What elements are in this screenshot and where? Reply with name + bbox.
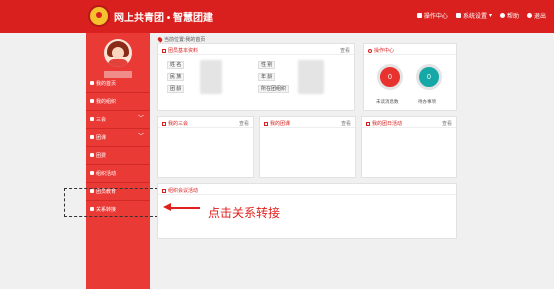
sidebar-item-lessons[interactable]: 团课 ﹀ <box>86 128 150 146</box>
highlight-box <box>64 188 158 217</box>
nav-settings[interactable]: 系统设置 ▾ <box>455 11 492 20</box>
sidebar-item-activities[interactable]: 组织活动 <box>86 164 150 182</box>
chevron-down-icon: ﹀ <box>137 134 144 140</box>
field-label-organization: 所在团组织 <box>258 85 290 93</box>
unread-label: 未读消息数 <box>376 99 399 104</box>
breadcrumb: 当前位置:我的首页 <box>156 36 205 43</box>
power-icon <box>526 13 532 18</box>
todo-label: 待办事项 <box>418 99 436 104</box>
activity-icon <box>90 171 94 175</box>
field-label-age: 年 龄 <box>258 73 276 81</box>
view-more-link[interactable]: 查看 <box>340 47 350 54</box>
instruction-callout: 点击关系转接 <box>208 206 281 220</box>
panel-three-meetings: 我的三会 查看 <box>157 116 254 178</box>
view-more-link[interactable]: 查看 <box>442 120 452 127</box>
folder-icon <box>90 135 94 139</box>
meeting-icon <box>90 117 94 121</box>
panel-ops-center: 操作中心 0 未读消息数 0 待办事项 <box>363 43 457 111</box>
book-icon <box>264 122 268 126</box>
avatar[interactable] <box>104 39 132 67</box>
sidebar-item-organization[interactable]: 我的组织 <box>86 92 150 110</box>
todo-count-circle[interactable]: 0 <box>416 64 442 90</box>
sidebar: 我的首页 我的组织 三会 ﹀ 团课 ﹀ 团费 组织活动 团员教育 关系转接 <box>86 33 150 289</box>
redacted-values <box>298 60 324 94</box>
view-more-link[interactable]: 查看 <box>341 120 351 127</box>
sidebar-item-fees[interactable]: 团费 <box>86 146 150 164</box>
help-icon <box>499 13 505 18</box>
panel-activities: 我的团日活动 查看 <box>361 116 457 178</box>
arrow-line <box>170 207 200 209</box>
sidebar-item-meetings[interactable]: 三会 ﹀ <box>86 110 150 128</box>
nav-help[interactable]: 帮助 <box>499 11 519 20</box>
fee-icon <box>90 153 94 157</box>
panel-title: 团员基本资料 <box>168 48 199 54</box>
unread-count-circle[interactable]: 0 <box>377 64 403 90</box>
redacted-values <box>200 60 222 94</box>
meeting-icon <box>162 189 166 193</box>
location-pin-icon <box>156 36 164 43</box>
id-card-icon <box>162 49 166 53</box>
app-title: 网上共青团 • 智慧团建 <box>114 13 214 24</box>
home-icon <box>90 81 94 85</box>
page: 网上共青团 • 智慧团建 操作中心 系统设置 ▾ 帮助 退出 我的首页 我的组织 … <box>0 0 554 289</box>
flag-icon <box>366 122 370 126</box>
top-header: 网上共青团 • 智慧团建 操作中心 系统设置 ▾ 帮助 退出 <box>0 0 554 33</box>
view-more-link[interactable]: 查看 <box>239 120 249 127</box>
top-nav: 操作中心 系统设置 ▾ 帮助 退出 <box>416 11 546 20</box>
field-label-name: 姓 名 <box>167 61 185 69</box>
panel-org-meetings: 组织会议活动 <box>157 183 457 239</box>
nav-logout[interactable]: 退出 <box>526 11 546 20</box>
chevron-down-icon: ▾ <box>488 13 492 19</box>
grid-icon <box>416 13 422 18</box>
organization-icon <box>90 99 94 103</box>
field-label-gender: 性 别 <box>258 61 276 69</box>
sidebar-item-home[interactable]: 我的首页 <box>86 74 150 92</box>
chevron-down-icon: ﹀ <box>137 116 144 122</box>
nav-ops-center[interactable]: 操作中心 <box>416 11 448 20</box>
league-logo-icon <box>88 5 110 27</box>
field-label-ethnicity: 民 族 <box>167 73 185 81</box>
panel-basic-info: 团员基本资料 查看 姓 名 民 族 团 龄 性 别 年 龄 所在团组织 <box>157 43 355 111</box>
gear-icon <box>368 49 372 53</box>
panel-lessons: 我的团课 查看 <box>259 116 356 178</box>
calendar-icon <box>162 122 166 126</box>
settings-icon <box>455 13 461 18</box>
field-label-league-age: 团 龄 <box>167 85 185 93</box>
panel-title: 操作中心 <box>374 48 395 54</box>
